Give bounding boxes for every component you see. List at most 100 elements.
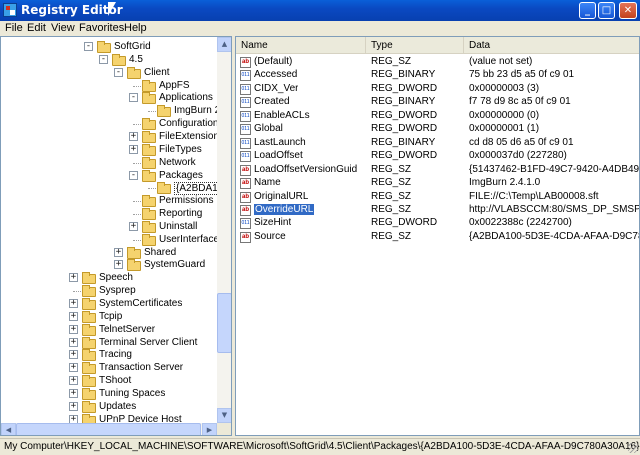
list-item[interactable]: ab OriginalURL REG_SZ FILE://C:\Temp\LAB000… xyxy=(236,191,639,204)
tree-item[interactable]: + Transaction Server xyxy=(1,362,217,375)
list-item[interactable]: 011 LastLaunch REG_BINARY cd d8 05 d6 a5 0f… xyxy=(236,137,639,150)
scroll-right-button[interactable]: ▶ xyxy=(202,423,217,435)
tree-item[interactable]: - SoftGrid xyxy=(1,41,217,53)
list-item[interactable]: 011 Created REG_BINARY f7 78 d9 8c a5 0f c9… xyxy=(236,96,639,109)
tree-item[interactable]: ImgBurn 2.4.1. xyxy=(1,105,231,118)
folder-icon xyxy=(82,336,96,349)
tree-horizontal-scrollbar[interactable]: ◀ ▶ xyxy=(1,423,217,435)
folder-icon xyxy=(127,246,141,259)
tree-item-label: Transaction Server xyxy=(99,362,184,374)
menu-view[interactable]: View xyxy=(51,22,75,34)
expand-icon[interactable]: + xyxy=(129,144,138,154)
tree-item[interactable]: + Tcpip xyxy=(1,310,217,323)
close-button[interactable]: ✕ xyxy=(619,2,637,19)
collapse-icon[interactable]: - xyxy=(84,42,93,51)
tree-item[interactable]: + TelnetServer xyxy=(1,323,217,336)
expand-icon[interactable]: + xyxy=(69,311,78,321)
menu-file[interactable]: File xyxy=(5,22,23,34)
scroll-down-button[interactable]: ▼ xyxy=(217,408,231,423)
tree-item[interactable]: Sysprep xyxy=(1,285,217,298)
tree-item[interactable]: Configuration xyxy=(1,118,218,131)
list-item[interactable]: ab OverrideURL REG_SZ http://VLABSCCM:80/SM… xyxy=(236,203,639,217)
expand-icon[interactable]: + xyxy=(69,401,78,411)
expand-icon[interactable]: + xyxy=(114,260,123,270)
collapse-icon[interactable]: - xyxy=(99,54,108,64)
tree-item[interactable]: + Shared xyxy=(1,246,217,259)
binary-value-icon: 011 xyxy=(240,110,251,122)
resize-grip-icon[interactable] xyxy=(628,443,638,453)
expand-icon[interactable]: + xyxy=(129,131,138,141)
expand-icon[interactable]: + xyxy=(69,350,78,360)
list-item[interactable]: 011 EnableACLs REG_DWORD 0x00000000 (0) xyxy=(236,110,639,123)
list-item[interactable]: ab Name REG_SZ ImgBurn 2.4.1.0 xyxy=(236,177,639,190)
collapse-icon[interactable]: - xyxy=(129,93,138,103)
tree-item[interactable]: Permissions xyxy=(1,195,217,208)
list-item[interactable]: 011 CIDX_Ver REG_DWORD 0x00000003 (3) xyxy=(236,83,639,96)
expand-icon[interactable]: + xyxy=(69,337,78,347)
tree-item[interactable]: + Speech xyxy=(1,272,217,285)
column-data[interactable]: Data xyxy=(464,37,639,54)
expand-icon[interactable]: + xyxy=(69,363,78,373)
tree-item[interactable]: + FileExtensions xyxy=(1,130,224,143)
registry-tree-panel[interactable]: - SoftGrid -4.5- Client AppFS - Applications Im… xyxy=(0,36,232,436)
scroll-left-button[interactable]: ◀ xyxy=(1,423,16,435)
tree-item[interactable]: - Client xyxy=(1,66,217,79)
list-item[interactable]: 011 Global REG_DWORD 0x00000001 (1) xyxy=(236,123,639,136)
tree-item[interactable]: + Tracing xyxy=(1,349,217,362)
expand-icon[interactable]: + xyxy=(69,324,78,334)
tree-item[interactable]: - 4.5 xyxy=(1,53,217,66)
list-item[interactable]: 011 LoadOffset REG_DWORD 0x000037d0 (227280… xyxy=(236,150,639,163)
binary-value-icon: 011 xyxy=(240,137,251,149)
tree-item[interactable]: + Terminal Server Client xyxy=(1,336,217,349)
title-bar[interactable]: Registry Editor _ □ ✕ xyxy=(0,0,640,21)
tree-item[interactable]: - Applications xyxy=(1,92,217,105)
collapse-icon[interactable]: - xyxy=(129,170,138,180)
tree-item[interactable]: {A2BDA100-5D xyxy=(1,182,231,196)
tree-item[interactable]: + Updates xyxy=(1,400,217,413)
tree-item[interactable]: + Tuning Spaces xyxy=(1,387,217,400)
expand-icon[interactable]: + xyxy=(69,273,78,283)
tree-item[interactable]: Network xyxy=(1,156,217,169)
values-list-panel[interactable]: Name Type Data ab (Default) REG_SZ (value n… xyxy=(235,36,640,436)
expand-icon[interactable]: + xyxy=(69,388,78,398)
expand-icon[interactable]: + xyxy=(69,299,78,308)
tree-item[interactable]: + SystemGuard xyxy=(1,259,217,272)
list-item[interactable]: ab LoadOffsetVersionGuid REG_SZ {51437462-B… xyxy=(236,164,639,177)
tree-item-label: Network xyxy=(159,156,196,168)
tree-item[interactable]: UserInterface xyxy=(1,233,219,246)
tree-item[interactable]: - Packages xyxy=(1,169,217,182)
tree-item[interactable]: AppFS xyxy=(1,79,217,92)
expand-icon[interactable]: + xyxy=(114,247,123,257)
collapse-icon[interactable]: - xyxy=(114,67,123,77)
scroll-up-button[interactable]: ▲ xyxy=(217,37,231,52)
value-data: http://VLABSCCM:80/SMS_DP_SMSPKGC$/Virtu… xyxy=(469,203,639,215)
menu-edit[interactable]: Edit xyxy=(27,22,46,34)
menu-favorites[interactable]: Favorites xyxy=(79,22,124,34)
folder-icon xyxy=(82,375,96,388)
folder-icon xyxy=(82,387,96,400)
value-name: (Default) xyxy=(254,56,293,67)
list-item[interactable]: 011 SizeHint REG_DWORD 0x0022388c (2242700) xyxy=(236,217,639,230)
expand-icon[interactable]: + xyxy=(69,376,78,386)
tree-item[interactable]: + Uninstall xyxy=(1,220,217,233)
tree-item[interactable]: Reporting xyxy=(1,208,217,221)
minimize-button[interactable]: _ xyxy=(579,2,596,19)
expand-icon[interactable]: + xyxy=(129,221,138,231)
column-name[interactable]: Name xyxy=(236,37,366,54)
column-type[interactable]: Type xyxy=(366,37,464,54)
registry-editor-icon xyxy=(3,3,17,17)
tree-connector xyxy=(133,239,141,241)
maximize-button[interactable]: □ xyxy=(598,2,615,19)
tree-vertical-scrollbar[interactable]: ▲ ▼ xyxy=(217,37,231,423)
tree-item[interactable]: + FileTypes xyxy=(1,143,217,156)
list-item[interactable]: ab Source REG_SZ {A2BDA100-5D3E-4CDA-AFAA-D… xyxy=(236,231,639,244)
list-item[interactable]: ab (Default) REG_SZ (value not set) xyxy=(236,56,639,69)
tree-scroll-thumb[interactable] xyxy=(217,293,231,353)
folder-icon xyxy=(142,130,156,143)
tree-item[interactable]: + SystemCertificates xyxy=(1,298,217,310)
tree-item[interactable]: + TShoot xyxy=(1,375,217,388)
list-item[interactable]: 011 Accessed REG_BINARY 75 bb 23 d5 a5 0f c… xyxy=(236,69,639,82)
tree-hscroll-thumb[interactable] xyxy=(16,423,201,435)
menu-help[interactable]: Help xyxy=(124,22,147,34)
value-type: REG_SZ xyxy=(371,177,412,189)
